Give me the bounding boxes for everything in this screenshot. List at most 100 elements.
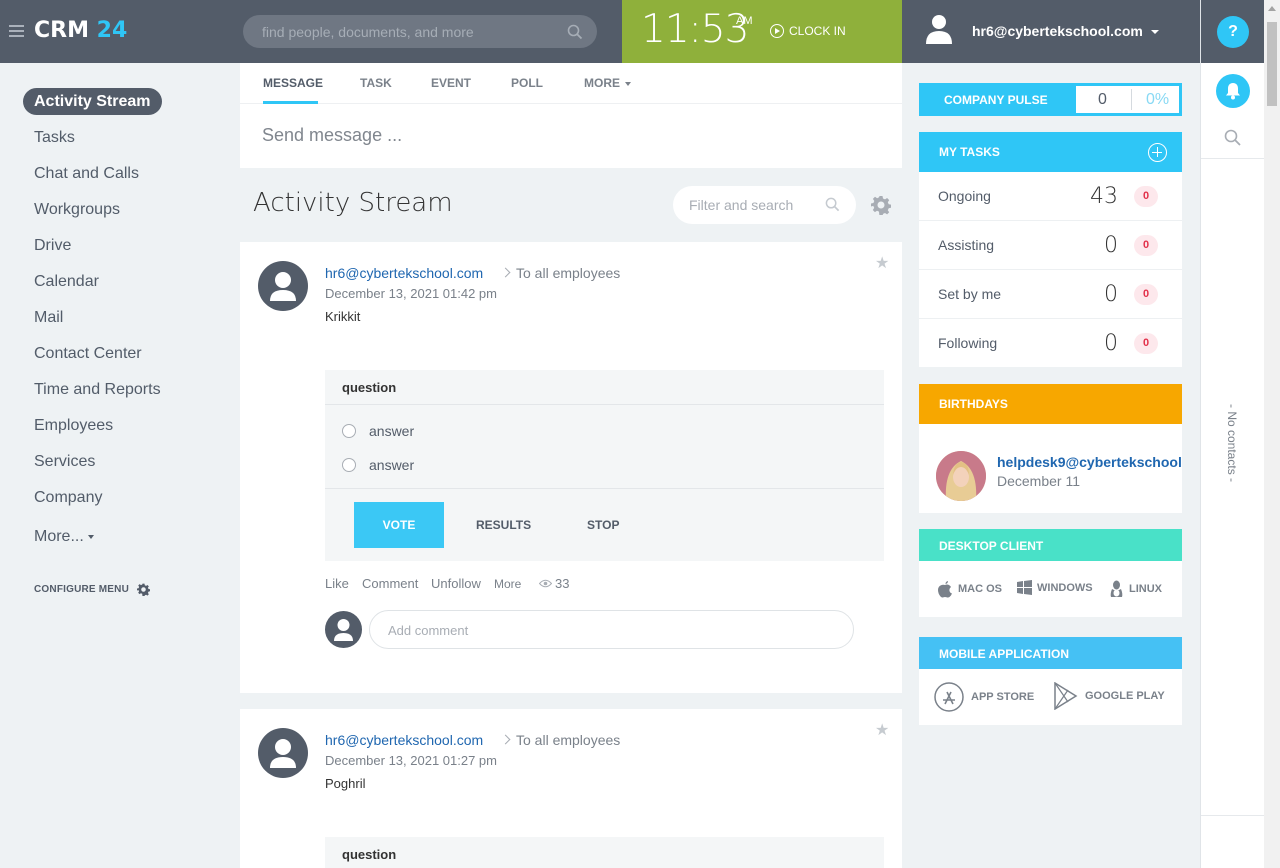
- menu-item-drive[interactable]: Drive: [34, 237, 71, 255]
- task-row-assisting[interactable]: Assisting 0 0: [919, 221, 1182, 270]
- task-count: 0: [1104, 282, 1118, 307]
- tab-poll[interactable]: POLL: [511, 76, 543, 90]
- menu-item-workgroups[interactable]: Workgroups: [34, 201, 120, 219]
- search-icon[interactable]: [567, 24, 583, 40]
- post-text: Krikkit: [325, 309, 361, 324]
- google-play-label: GOOGLE PLAY: [1085, 690, 1165, 702]
- radio-button[interactable]: [342, 458, 356, 472]
- global-search-input[interactable]: find people, documents, and more: [243, 15, 597, 48]
- task-label: Set by me: [938, 286, 1002, 302]
- my-tasks-header[interactable]: MY TASKS: [919, 132, 1182, 172]
- right-panel: ? - No contacts -: [1200, 0, 1264, 868]
- add-comment-input[interactable]: Add comment: [369, 610, 854, 649]
- poll-answer-option[interactable]: answer: [342, 423, 414, 439]
- search-icon[interactable]: [1224, 129, 1241, 146]
- vote-button[interactable]: VOTE: [354, 502, 444, 548]
- more-button[interactable]: More: [494, 577, 521, 591]
- gear-icon[interactable]: [871, 195, 891, 215]
- radio-button[interactable]: [342, 424, 356, 438]
- stop-button[interactable]: STOP: [587, 518, 619, 532]
- tab-task[interactable]: TASK: [360, 76, 392, 90]
- app-logo[interactable]: CRM 24: [34, 18, 127, 43]
- task-row-set-by-me[interactable]: Set by me 0 0: [919, 270, 1182, 319]
- chevron-down-icon: [625, 81, 631, 86]
- play-icon: [770, 24, 784, 38]
- search-icon[interactable]: [825, 197, 840, 212]
- poll-answer-option[interactable]: answer: [342, 457, 414, 473]
- post-author-link[interactable]: hr6@cybertekschool.com: [325, 732, 483, 748]
- task-overdue-badge[interactable]: 0: [1134, 284, 1158, 305]
- gear-icon: [137, 583, 151, 596]
- scroll-up-icon[interactable]: [1268, 6, 1276, 11]
- menu-item-mail[interactable]: Mail: [34, 309, 63, 327]
- poll: question answer answer VOTE RESULTS STOP: [325, 370, 884, 561]
- notifications-button[interactable]: [1216, 74, 1250, 108]
- menu-item-time-and-reports[interactable]: Time and Reports: [34, 381, 161, 399]
- star-icon[interactable]: ★: [875, 720, 889, 740]
- user-menu[interactable]: hr6@cybertekschool.com: [902, 0, 1200, 63]
- post-destination[interactable]: To all employees: [516, 265, 620, 281]
- user-icon: [270, 739, 296, 768]
- page-scrollbar[interactable]: [1264, 0, 1280, 868]
- divider: [1201, 158, 1264, 159]
- windows-link[interactable]: WINDOWS: [1017, 580, 1093, 595]
- clock-time: 11:53: [641, 7, 749, 52]
- tab-more[interactable]: MORE: [584, 76, 631, 90]
- top-header: CRM 24 find people, documents, and more …: [0, 0, 1200, 63]
- pulse-value: 0: [1098, 91, 1107, 108]
- menu-item-activity-stream[interactable]: Activity Stream: [23, 88, 162, 115]
- task-overdue-badge[interactable]: 0: [1134, 235, 1158, 256]
- task-count: 43: [1090, 184, 1118, 209]
- post-author-link[interactable]: hr6@cybertekschool.com: [325, 265, 483, 281]
- linux-link[interactable]: LINUX: [1109, 580, 1162, 598]
- menu-item-tasks[interactable]: Tasks: [34, 129, 75, 147]
- divider: [325, 404, 884, 405]
- help-button[interactable]: ?: [1217, 16, 1249, 48]
- avatar[interactable]: [258, 261, 308, 311]
- comment-button[interactable]: Comment: [362, 576, 418, 591]
- birthday-person-link[interactable]: helpdesk9@cybertekschool.com: [997, 454, 1182, 470]
- task-overdue-badge[interactable]: 0: [1134, 333, 1158, 354]
- user-icon: [334, 619, 353, 641]
- menu-item-employees[interactable]: Employees: [34, 417, 113, 435]
- task-overdue-badge[interactable]: 0: [1134, 186, 1158, 207]
- post-date[interactable]: December 13, 2021 01:42 pm: [325, 286, 497, 301]
- app-store-link[interactable]: APP STORE: [934, 682, 1034, 712]
- menu-item-company[interactable]: Company: [34, 489, 102, 507]
- unfollow-button[interactable]: Unfollow: [431, 576, 481, 591]
- tab-message[interactable]: MESSAGE: [263, 76, 323, 90]
- mac-os-link[interactable]: MAC OS: [937, 580, 1002, 598]
- like-button[interactable]: Like: [325, 576, 349, 591]
- star-icon[interactable]: ★: [875, 253, 889, 273]
- results-button[interactable]: RESULTS: [476, 518, 531, 532]
- poll-question: question: [342, 847, 397, 862]
- company-pulse-widget[interactable]: COMPANY PULSE 0 0%: [919, 83, 1182, 116]
- user-email: hr6@cybertekschool.com: [972, 23, 1143, 39]
- send-message-input[interactable]: Send message ...: [262, 125, 402, 146]
- add-task-icon[interactable]: [1148, 143, 1167, 162]
- task-row-following[interactable]: Following 0 0: [919, 319, 1182, 368]
- filter-search-input[interactable]: Filter and search: [673, 186, 856, 224]
- feed-post: hr6@cybertekschool.com To all employees …: [240, 242, 902, 693]
- menu-item-chat-and-calls[interactable]: Chat and Calls: [34, 165, 139, 183]
- menu-item-contact-center[interactable]: Contact Center: [34, 345, 142, 363]
- clock-in-button[interactable]: CLOCK IN: [770, 24, 846, 38]
- avatar[interactable]: [258, 728, 308, 778]
- tab-event[interactable]: EVENT: [431, 76, 471, 90]
- google-play-link[interactable]: GOOGLE PLAY: [1053, 682, 1165, 710]
- divider: [1131, 89, 1132, 110]
- scrollbar-thumb[interactable]: [1267, 22, 1277, 106]
- menu-toggle-icon[interactable]: [9, 25, 24, 37]
- task-row-ongoing[interactable]: Ongoing 43 0: [919, 172, 1182, 221]
- post-destination[interactable]: To all employees: [516, 732, 620, 748]
- birthdays-title: BIRTHDAYS: [939, 397, 1008, 411]
- post-date[interactable]: December 13, 2021 01:27 pm: [325, 753, 497, 768]
- birthdays-header[interactable]: BIRTHDAYS: [919, 384, 1182, 424]
- menu-item-calendar[interactable]: Calendar: [34, 273, 99, 291]
- menu-item-services[interactable]: Services: [34, 453, 95, 471]
- avatar[interactable]: [936, 451, 986, 501]
- configure-menu-button[interactable]: CONFIGURE MENU: [34, 583, 151, 596]
- pulse-percent: 0%: [1146, 91, 1170, 108]
- comment-placeholder: Add comment: [388, 623, 469, 638]
- menu-item-more[interactable]: More...: [34, 528, 94, 546]
